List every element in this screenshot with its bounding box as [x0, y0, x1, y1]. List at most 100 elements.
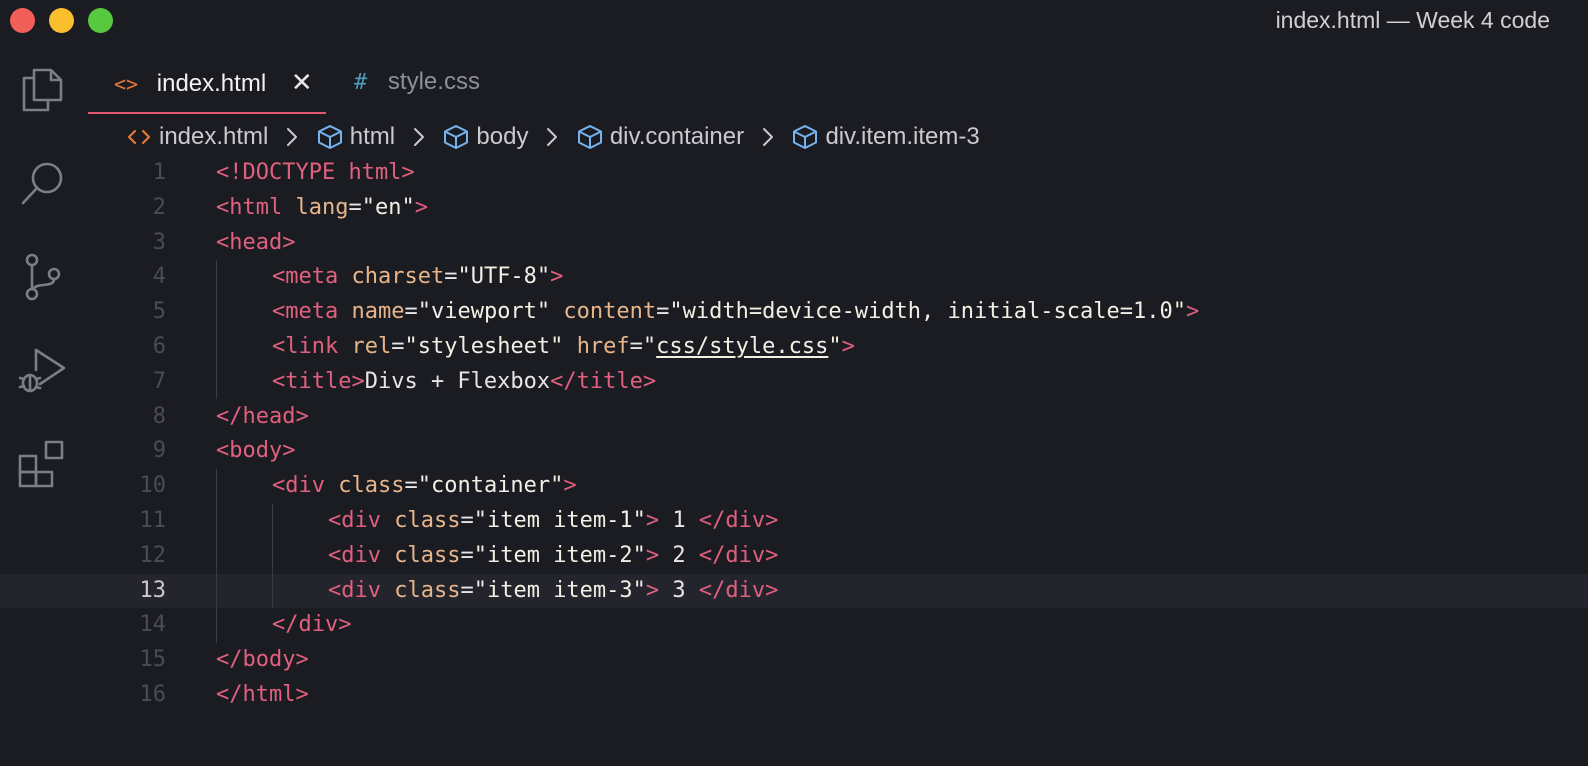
code-token: <meta	[272, 299, 339, 324]
code-token: rel	[351, 334, 392, 359]
code-token: href	[576, 334, 630, 359]
code-token: "	[828, 334, 842, 359]
breadcrumb-label: index.html	[159, 122, 269, 150]
code-token: =	[460, 578, 474, 603]
code-line[interactable]: 8 </head>	[0, 400, 1588, 434]
code-token: "stylesheet"	[404, 334, 564, 359]
code-line[interactable]: 12 <div class="item item-2"> 2 </div>	[0, 539, 1588, 573]
code-line[interactable]: 5 <meta name="viewport" content="width=de…	[0, 295, 1588, 329]
code-token: >	[645, 578, 660, 603]
tab-style-css[interactable]: # style.css	[354, 56, 534, 112]
element-cube-icon	[442, 123, 470, 151]
code-token: =	[391, 334, 405, 359]
code-token: class	[394, 578, 461, 603]
html-file-icon	[125, 123, 153, 151]
breadcrumb-item[interactable]: body	[442, 121, 528, 153]
code-token: "container"	[417, 473, 564, 498]
line-number: 13	[139, 578, 167, 603]
code-token: </body>	[216, 647, 309, 672]
code-line[interactable]: 4 <meta charset="UTF-8">	[0, 260, 1588, 294]
line-number: 5	[152, 299, 166, 324]
code-token: </div>	[272, 612, 352, 637]
line-number: 14	[139, 612, 167, 637]
line-number: 16	[139, 682, 167, 707]
code-line[interactable]: 14 </div>	[0, 608, 1588, 642]
code-text: <div class="item item-2"> 2 </div>	[328, 539, 778, 573]
code-token: <html	[216, 195, 283, 220]
tab-label: style.css	[387, 68, 480, 95]
code-line[interactable]: 15 </body>	[0, 643, 1588, 677]
element-cube-icon	[791, 123, 819, 151]
code-token: <title>	[272, 369, 365, 394]
code-token: class	[394, 508, 461, 533]
code-token: =	[444, 264, 458, 289]
code-token: <div	[272, 473, 325, 498]
chevron-right-icon	[539, 124, 565, 150]
breadcrumb-label: div.container	[609, 122, 745, 150]
line-number: 1	[152, 160, 166, 185]
code-token: Divs + Flexbox	[364, 369, 551, 394]
code-token: 3	[659, 578, 699, 603]
window-title: index.html — Week 4 code	[1275, 7, 1550, 33]
line-number: 12	[139, 543, 167, 568]
code-text: </div>	[272, 608, 351, 642]
code-token: </div>	[698, 508, 779, 533]
code-token: class	[338, 473, 405, 498]
code-line[interactable]: 11 <div class="item item-1"> 1 </div>	[0, 504, 1588, 538]
code-line[interactable]: 9 <body>	[0, 434, 1588, 468]
code-token: </html>	[216, 682, 309, 707]
code-editor[interactable]: 1 <!DOCTYPE html> 2 <html lang="en"> 3 <head>…	[0, 156, 1588, 716]
code-token: >	[645, 543, 660, 568]
code-token: >	[563, 473, 577, 498]
close-icon[interactable]: ✕	[291, 56, 313, 108]
breadcrumb-item[interactable]: index.html	[125, 121, 268, 153]
line-number: 3	[152, 230, 166, 255]
code-line[interactable]: 13 <div class="item item-3"> 3 </div>	[0, 574, 1588, 608]
code-token: <div	[328, 578, 381, 603]
code-token: =	[656, 299, 670, 324]
line-number: 11	[139, 508, 167, 533]
code-token: >	[645, 508, 660, 533]
element-cube-icon	[576, 123, 604, 151]
code-token: </head>	[216, 404, 309, 429]
minimize-window-button[interactable]	[49, 8, 74, 33]
code-line[interactable]: 7 <title>Divs + Flexbox</title>	[0, 365, 1588, 399]
code-token: charset	[351, 264, 445, 289]
code-token: <body>	[216, 438, 296, 463]
code-token: >	[414, 195, 428, 220]
code-text: <head>	[216, 226, 295, 260]
code-token: "item item-1"	[473, 508, 646, 533]
code-token: "width=device-width, initial-scale=1.0"	[669, 299, 1186, 324]
code-token: "	[642, 334, 657, 359]
code-line[interactable]: 10 <div class="container">	[0, 469, 1588, 503]
code-token: "item item-2"	[473, 543, 646, 568]
maximize-window-button[interactable]	[88, 8, 113, 33]
code-token: <meta	[272, 264, 339, 289]
code-text: <link rel="stylesheet" href="css/style.c…	[272, 330, 855, 364]
line-number: 8	[152, 404, 166, 429]
breadcrumb-item[interactable]: div.container	[576, 121, 744, 153]
code-token: </title>	[550, 369, 657, 394]
code-line[interactable]: 3 <head>	[0, 226, 1588, 260]
close-window-button[interactable]	[10, 8, 35, 33]
code-line[interactable]: 16 </html>	[0, 678, 1588, 712]
code-text: <!DOCTYPE html>	[216, 156, 415, 190]
code-line[interactable]: 6 <link rel="stylesheet" href="css/style.…	[0, 330, 1588, 364]
code-text: <div class="item item-3"> 3 </div>	[328, 574, 778, 608]
code-token: =	[629, 334, 643, 359]
code-token: <!DOCTYPE html>	[216, 160, 415, 185]
code-text: <title>Divs + Flexbox</title>	[272, 365, 656, 399]
html-file-icon: <>	[114, 72, 139, 96]
code-token: =	[404, 473, 418, 498]
files-icon[interactable]	[18, 64, 68, 114]
tab-index-html[interactable]: <> index.html ✕	[88, 56, 326, 114]
code-line[interactable]: 2 <html lang="en">	[0, 191, 1588, 225]
code-line[interactable]: 1 <!DOCTYPE html>	[0, 156, 1588, 190]
breadcrumb-item[interactable]: div.item.item-3	[791, 121, 980, 153]
breadcrumb-item[interactable]: html	[316, 121, 395, 153]
